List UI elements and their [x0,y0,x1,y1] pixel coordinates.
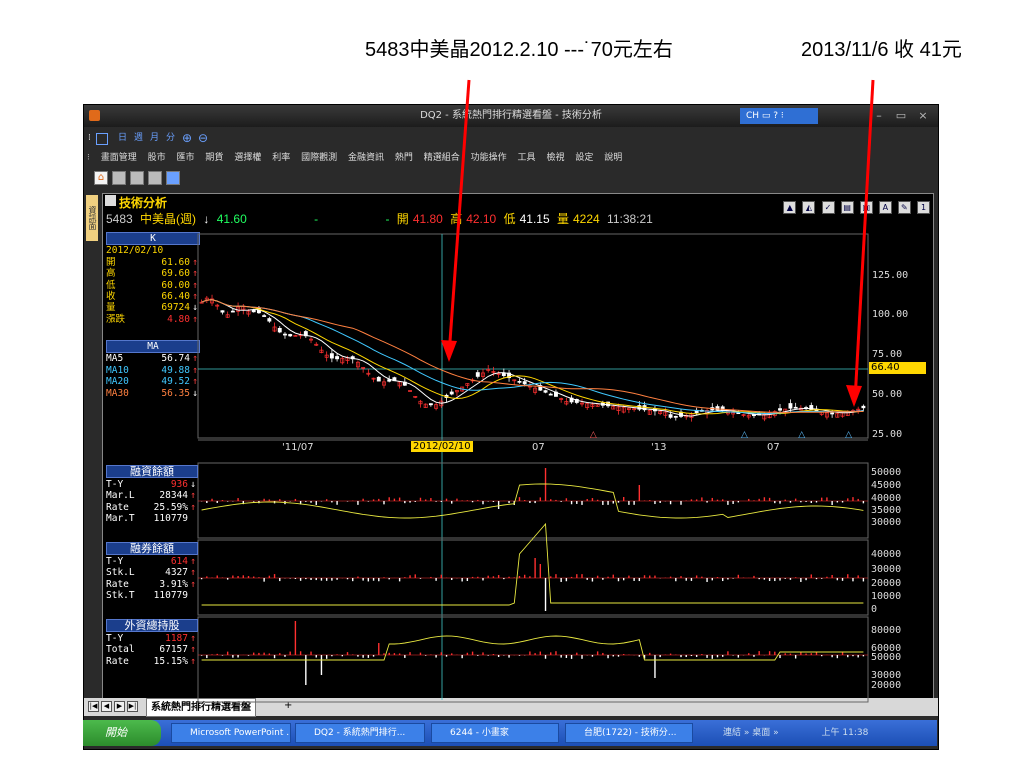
signal-marker: △ [845,430,852,440]
price-tick: 25.00 [872,429,903,440]
cursor-price: 66.40 [869,362,926,374]
foreign-chart-frame [197,616,869,703]
sub2-tick: 40000 [871,549,902,560]
signal-marker: △ [798,430,805,440]
foreign-chart-line [201,635,864,661]
price-tick: 125.00 [872,270,909,281]
candle-body [861,405,866,409]
sub1-tick: 50000 [871,467,902,478]
candle-body [329,353,334,359]
margin-info: T-Y936 Mar.L28344 Rate25.59% Mar.T110779 [106,479,198,524]
sub1-tick: 30000 [871,517,902,528]
foreign-holding-title: 外資總持股 [106,619,198,632]
ma5-line [201,299,864,417]
candle-body [793,406,798,409]
start-button[interactable]: 開始 [83,720,161,746]
sub1-tick: 35000 [871,505,902,516]
sub3-tick: 50000 [871,652,902,663]
sub3-tick: 20000 [871,680,902,691]
foreign-info: T-Y1187 Total67157 Rate15.15% [106,633,198,667]
candle-body [475,372,480,377]
signal-marker: △ [741,430,748,440]
candle-body [220,310,225,313]
candle-body [428,403,433,406]
clock: 上午 11:38 [821,728,869,738]
ma30-line [201,299,864,414]
candle-body [830,412,835,415]
price-tick: 100.00 [872,309,909,320]
signal-marker: △ [590,430,597,440]
candle-body [262,315,267,317]
taskbar-item[interactable]: 6244 - 小畫家 [431,723,559,743]
candle-body [522,381,527,385]
candle-body [288,334,293,337]
sub1-tick: 40000 [871,493,902,504]
short-info: T-Y614 Stk.L4327 Rate3.91% Stk.T110779 [106,556,198,601]
taskbar: 開始 Microsoft PowerPoint ... DQ2 - 系統熱門排行… [83,720,937,746]
short-balance-title: 融券餘額 [106,542,198,555]
sub2-tick: 0 [871,604,878,615]
sub3-tick: 80000 [871,625,902,636]
price-tick: 75.00 [872,349,903,360]
taskbar-item[interactable]: Microsoft PowerPoint ... [171,723,291,743]
candle-body [788,403,793,409]
sub2-tick: 30000 [871,564,902,575]
short-chart-frame [197,539,869,616]
candle-body [548,393,553,396]
candle-body [277,327,282,333]
sub2-tick: 20000 [871,578,902,589]
sub1-tick: 45000 [871,480,902,491]
x-tick-cursor: 2012/02/10 [411,441,473,452]
margin-balance-title: 融資餘額 [106,465,198,478]
price-tick: 50.00 [872,389,903,400]
x-tick: '13 [651,442,667,453]
candle-body [335,356,340,360]
candle-body [251,309,256,313]
system-tray: 連結 » 桌面 » 上午 11:38 [723,728,869,738]
short-chart-line [201,522,864,606]
candle-body [449,391,454,395]
candle-body [778,408,782,411]
main-frame [197,233,869,439]
candle-body [267,318,272,322]
candle-body [283,333,287,336]
taskbar-item[interactable]: DQ2 - 系統熱門排行... [295,723,425,743]
candle-body [517,381,522,383]
candle-body [720,406,725,411]
candle-body [230,310,235,313]
sub2-tick: 10000 [871,591,902,602]
candle-body [673,415,678,418]
x-tick: 07 [532,442,545,453]
margin-chart-frame [197,462,869,539]
x-tick: '11/07 [282,442,314,453]
taskbar-item[interactable]: 台肥(1722) - 技術分... [565,723,693,743]
candle-body [668,414,673,418]
candle-body [376,376,381,382]
candle-body [543,390,548,393]
x-tick: 07 [767,442,780,453]
tray-links[interactable]: 連結 [723,728,741,738]
tray-desktop[interactable]: 桌面 [752,728,770,738]
